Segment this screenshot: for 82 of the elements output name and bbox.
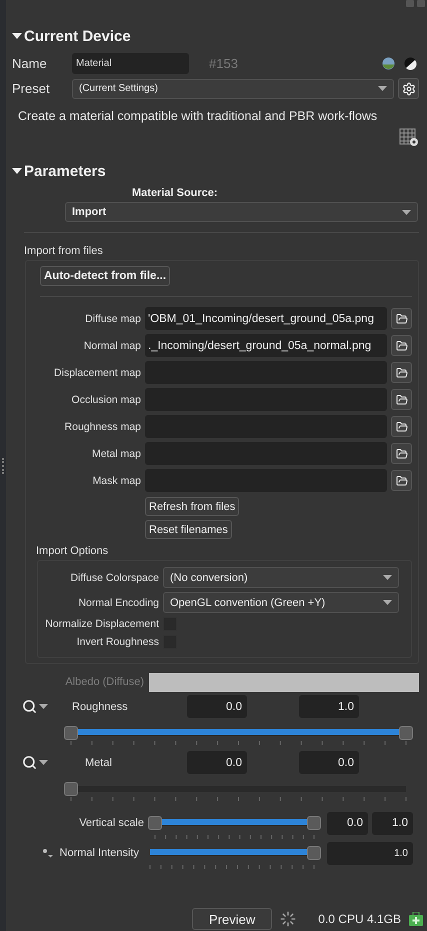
group-heading: Import from files (24, 245, 104, 257)
slider-label: Vertical scale (78, 817, 145, 829)
slider-thumb[interactable] (148, 816, 162, 830)
value-field[interactable]: 0.0 (327, 812, 368, 834)
folder-icon (396, 448, 408, 460)
slider-track[interactable] (148, 816, 321, 830)
spinner-icon (280, 911, 296, 927)
grid-settings-icon[interactable] (399, 128, 419, 146)
file-action-button[interactable]: Reset filenames (145, 520, 232, 539)
folder-button[interactable] (391, 308, 412, 329)
file-path-field[interactable]: ._Incoming/desert_ground_05a_normal.png (145, 334, 387, 357)
option-dropdown[interactable]: (No conversion) (163, 567, 399, 588)
folder-icon (396, 366, 408, 378)
sphere-icon[interactable] (382, 56, 395, 70)
max-value-field[interactable]: 1.0 (299, 695, 359, 718)
resource-stats: 0.0 CPU 4.1GB (318, 912, 401, 926)
caret-icon (383, 575, 392, 580)
albedo-label: Albedo (Diffuse) (64, 676, 145, 688)
map-label: Occlusion map (70, 394, 142, 406)
drag-handle[interactable] (2, 458, 4, 474)
contrast-icon[interactable] (404, 56, 417, 70)
slider-thumb[interactable] (399, 726, 413, 740)
map-label: Mask map (92, 474, 142, 486)
autodetect-button[interactable]: Auto-detect from file... (40, 266, 170, 286)
folder-button[interactable] (391, 416, 412, 437)
medkit-icon[interactable] (409, 912, 423, 926)
map-label: Roughness map (64, 420, 142, 432)
section-header[interactable]: Current Device (12, 26, 419, 46)
slider-track[interactable] (64, 726, 413, 740)
preset-dropdown[interactable]: (Current Settings) (72, 78, 394, 98)
source-label: Material Source: (132, 187, 219, 199)
option-label: Diffuse Colorspace (69, 572, 160, 584)
caret-icon (402, 210, 411, 214)
slider-thumb[interactable] (64, 726, 78, 740)
device-id: #153 (209, 56, 238, 70)
caret-icon (378, 86, 387, 91)
param-label: Roughness (71, 700, 129, 712)
dot-caret-icon[interactable] (42, 848, 54, 858)
section-header[interactable]: Parameters (12, 161, 419, 181)
folder-button[interactable] (391, 470, 412, 491)
folder-button[interactable] (391, 335, 412, 356)
caret-icon (383, 600, 392, 605)
folder-icon (396, 394, 408, 406)
map-label: Displacement map (53, 366, 142, 378)
albedo-swatch[interactable] (149, 672, 419, 692)
max-value-field[interactable]: 0.0 (299, 751, 359, 774)
param-label: Metal (84, 756, 113, 768)
min-value-field[interactable]: 0.0 (187, 751, 247, 774)
option-label: Normalize Displacement (44, 618, 160, 630)
map-label: Normal map (82, 340, 142, 352)
settings-button[interactable] (398, 78, 419, 99)
group-heading: Import Options (36, 545, 110, 557)
slider-thumb[interactable] (307, 816, 321, 830)
file-action-button[interactable]: Refresh from files (145, 497, 240, 516)
slider-thumb[interactable] (307, 846, 321, 860)
slider-thumb[interactable] (64, 782, 78, 796)
folder-button[interactable] (391, 389, 412, 410)
file-path-field[interactable]: 'OBM_01_Incoming/desert_ground_05a.png (145, 307, 387, 330)
caret-icon (39, 704, 48, 709)
min-value-field[interactable]: 0.0 (187, 695, 247, 718)
device-description: Create a material compatible with traditional and PBR work-flows (18, 109, 378, 123)
folder-icon (396, 340, 408, 352)
map-label: Metal map (90, 448, 142, 460)
name-field[interactable]: Material (72, 52, 189, 74)
source-dropdown[interactable]: Import (65, 202, 418, 222)
caret-icon (39, 760, 48, 765)
slider-label: Normal Intensity (58, 847, 140, 859)
option-dropdown[interactable]: OpenGL convention (Green +Y) (163, 592, 399, 613)
folder-button[interactable] (391, 362, 412, 383)
option-label: Invert Roughness (76, 636, 160, 648)
map-label: Diffuse map (84, 312, 142, 324)
folder-icon (396, 312, 408, 324)
option-label: Normal Encoding (77, 596, 160, 608)
folder-icon (396, 474, 408, 486)
settings-icon (402, 82, 416, 96)
field-label: Preset (12, 81, 51, 96)
preview-button[interactable]: Preview (192, 908, 272, 930)
field-label: Name (12, 56, 48, 70)
folder-icon (396, 420, 408, 432)
value-field[interactable]: 1.0 (372, 812, 413, 834)
folder-button[interactable] (391, 443, 412, 464)
value-field[interactable]: 1.0 (327, 842, 413, 864)
